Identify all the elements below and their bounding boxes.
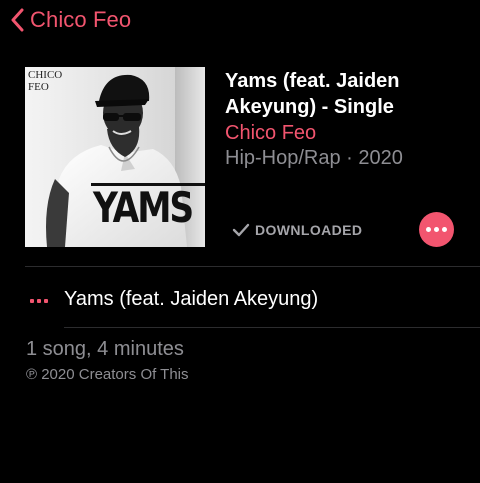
more-options-button[interactable] — [419, 212, 454, 247]
back-button[interactable]: Chico Feo — [10, 6, 131, 34]
now-playing-icon — [30, 299, 48, 303]
album-copyright: ℗ 2020 Creators Of This — [26, 366, 189, 383]
album-artist-link[interactable]: Chico Feo — [225, 120, 316, 146]
chevron-left-icon — [10, 8, 24, 32]
download-status: DOWNLOADED — [232, 220, 362, 240]
album-genre-year: Hip-Hop/Rap · 2020 — [225, 147, 403, 169]
ellipsis-icon — [426, 227, 447, 232]
album-title: Yams (feat. Jaiden Akeyung) - Single — [225, 70, 400, 118]
album-artwork-title: YAMS — [93, 183, 194, 232]
track-title: Yams (feat. Jaiden Akeyung) — [64, 288, 319, 310]
back-button-label: Chico Feo — [30, 7, 132, 32]
album-summary: 1 song, 4 minutes — [26, 338, 184, 360]
divider — [25, 266, 480, 267]
track-row[interactable]: Yams (feat. Jaiden Akeyung) — [0, 281, 480, 317]
album-artwork-credit: CHICO FEO — [28, 69, 63, 93]
checkmark-icon — [232, 223, 255, 237]
divider — [64, 327, 480, 328]
album-artwork: CHICO FEO YAMS — [25, 67, 205, 247]
download-status-label: DOWNLOADED — [255, 222, 363, 238]
